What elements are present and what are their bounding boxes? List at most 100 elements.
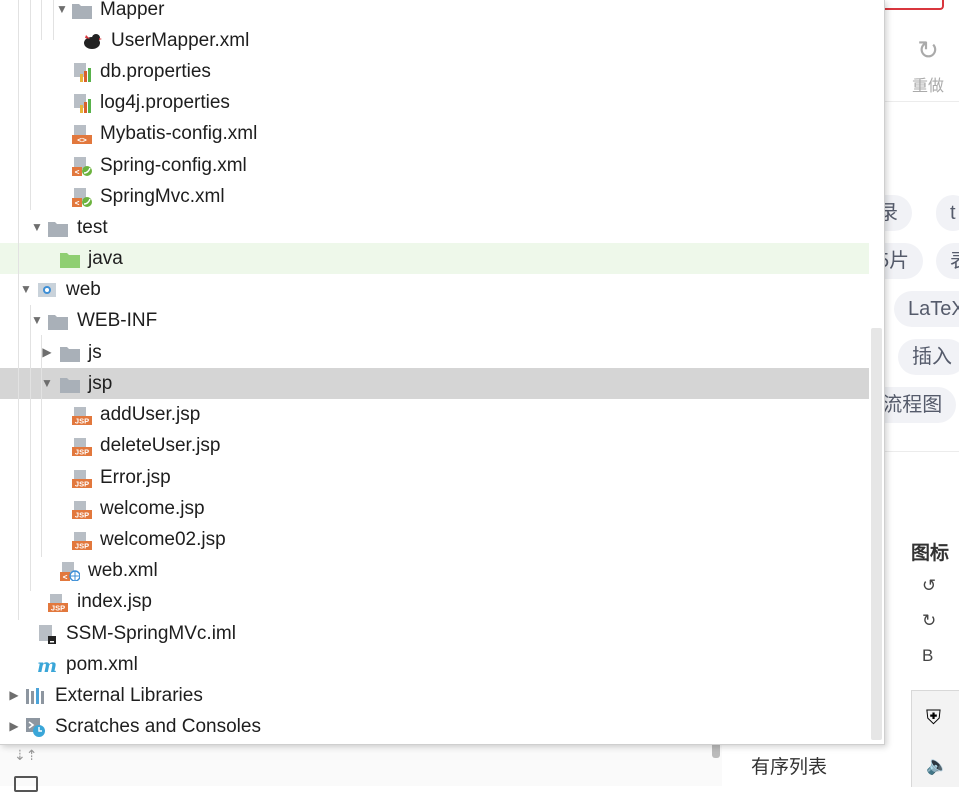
terminal-icon[interactable] — [14, 776, 38, 792]
tree-row[interactable]: JSP Error.jsp — [0, 462, 868, 493]
icons-section-title: 图标 — [911, 543, 950, 564]
jsp-file-icon: JSP — [72, 532, 92, 551]
tree-row-label: SSM-SpringMVc.iml — [66, 623, 236, 644]
tree-row-label: Scratches and Consoles — [55, 716, 261, 737]
collapse-arrow-icon[interactable]: ▼ — [19, 274, 33, 305]
jsp-file-icon: JSP — [72, 407, 92, 425]
tree-row[interactable]: JSP addUser.jsp — [0, 399, 868, 430]
scratches-icon — [26, 718, 45, 737]
publish-button-edge[interactable] — [880, 0, 944, 10]
expand-arrow-icon[interactable]: ▶ — [7, 680, 21, 711]
tree-row-label: addUser.jsp — [100, 404, 201, 425]
tree-row-label: UserMapper.xml — [111, 30, 250, 51]
tree-row[interactable]: ▶ js — [0, 337, 868, 368]
folder-icon — [72, 4, 92, 19]
svg-text:<: < — [63, 573, 68, 582]
svg-text:JSP: JSP — [75, 511, 89, 520]
collapse-arrow-icon[interactable]: ▼ — [30, 212, 44, 243]
structure-icon[interactable]: ⇣⇡ — [14, 748, 37, 764]
xml-file-icon: <> — [72, 125, 92, 145]
tree-row[interactable]: m pom.xml — [0, 649, 868, 680]
tree-row-label: Spring-config.xml — [100, 155, 247, 176]
tree-row-label: log4j.properties — [100, 92, 230, 113]
tree-row[interactable]: < SpringMvc.xml — [0, 181, 868, 212]
tree-row[interactable]: ▼ WEB-INF — [0, 305, 868, 336]
collapse-arrow-icon[interactable]: ▼ — [30, 305, 44, 336]
svg-text:JSP: JSP — [75, 448, 89, 457]
properties-file-icon — [74, 63, 91, 82]
tree-row[interactable]: < web.xml — [0, 555, 868, 586]
library-icon — [26, 688, 44, 704]
project-tree-panel: ▼ Mapper UserMapper.xml db.properties log4j.… — [0, 0, 885, 745]
tree-row[interactable]: ▶ External Libraries — [0, 680, 868, 711]
jsp-file-icon: JSP — [72, 438, 92, 457]
tree-row[interactable]: java — [0, 243, 868, 274]
collapse-arrow-icon[interactable]: ▼ — [55, 0, 69, 25]
tree-row-label: SpringMvc.xml — [100, 186, 225, 207]
tree-row-label: Mybatis-config.xml — [100, 123, 258, 144]
redo-icon[interactable]: ↻ — [922, 611, 936, 631]
speaker-icon[interactable]: 🔈 — [926, 755, 948, 776]
jsp-file-icon: JSP — [48, 594, 68, 612]
tree-row[interactable]: JSP welcome.jsp — [0, 493, 868, 524]
redo-label: 重做 — [911, 78, 944, 95]
mybatis-bird-icon — [84, 34, 102, 49]
maven-icon: m — [37, 655, 57, 675]
jsp-file-icon: JSP — [72, 470, 92, 488]
test-source-folder-icon — [60, 253, 80, 268]
svg-text:<>: <> — [77, 136, 87, 145]
collapse-arrow-icon[interactable]: ▼ — [40, 368, 54, 399]
web-xml-file-icon: < — [60, 562, 80, 582]
folder-icon — [60, 378, 80, 393]
toolbar-chip-insert[interactable]: 插入 — [898, 339, 959, 375]
security-shield-icon[interactable]: ⛨ — [926, 705, 941, 729]
svg-text:m: m — [37, 655, 57, 675]
tree-row-label: WEB-INF — [77, 310, 158, 331]
system-tray: ⛨ 🔈 — [911, 690, 959, 787]
tree-row[interactable]: < Spring-config.xml — [0, 150, 868, 181]
folder-icon — [48, 222, 68, 237]
iml-file-icon — [39, 625, 56, 644]
expand-arrow-icon[interactable]: ▶ — [40, 337, 54, 368]
toolbar-chip-table[interactable]: 表 — [936, 243, 959, 279]
spring-xml-file-icon: < — [72, 157, 92, 177]
tree-row[interactable]: SSM-SpringMVc.iml — [0, 618, 868, 649]
svg-text:<: < — [75, 168, 80, 177]
toolbar-chip-2[interactable]: t — [936, 195, 959, 231]
svg-text:<: < — [75, 199, 80, 208]
tree-row-label: web — [66, 279, 101, 300]
tree-row-label: index.jsp — [77, 591, 152, 612]
svg-text:JSP: JSP — [75, 542, 89, 551]
ordered-list-item[interactable]: 有序列表 — [751, 752, 827, 779]
tree-row[interactable]: JSP welcome02.jsp — [0, 524, 868, 555]
ide-bottom-strip: ⇣⇡ — [0, 738, 722, 792]
expand-arrow-icon[interactable]: ▶ — [7, 711, 21, 742]
divider — [884, 451, 959, 452]
tree-row[interactable]: db.properties — [0, 56, 868, 87]
jsp-file-icon: JSP — [72, 501, 92, 520]
tree-row[interactable]: ▶ Scratches and Consoles — [0, 711, 868, 742]
tree-row-label: Mapper — [100, 0, 165, 20]
undo-icon[interactable]: ↺ — [922, 576, 936, 596]
tree-row[interactable]: UserMapper.xml — [0, 25, 868, 56]
tree-scrollbar-thumb[interactable] — [871, 328, 882, 740]
tree-row-label: welcome02.jsp — [100, 529, 226, 550]
tree-row-label: Error.jsp — [100, 467, 171, 488]
tree-row-label: java — [88, 248, 123, 269]
tree-row[interactable]: ▼ Mapper — [0, 0, 868, 25]
properties-file-icon — [74, 94, 91, 113]
tree-row[interactable]: JSP deleteUser.jsp — [0, 430, 868, 461]
redo-button[interactable]: ↻ 重做 — [904, 38, 952, 96]
tree-row[interactable]: <> Mybatis-config.xml — [0, 118, 868, 149]
tree-row[interactable]: ▼ test — [0, 212, 868, 243]
tree-row[interactable]: ▼ jsp — [0, 368, 868, 399]
bold-icon[interactable]: B — [922, 646, 933, 666]
toolbar-chip-latex[interactable]: LaTeX — [894, 291, 959, 327]
web-module-icon — [38, 283, 56, 297]
tree-row[interactable]: JSP index.jsp — [0, 586, 868, 617]
tree-row[interactable]: log4j.properties — [0, 87, 868, 118]
tree-row[interactable]: ▼ web — [0, 274, 868, 305]
divider — [884, 101, 959, 102]
tree-row-label: db.properties — [100, 61, 211, 82]
folder-icon — [60, 347, 80, 362]
